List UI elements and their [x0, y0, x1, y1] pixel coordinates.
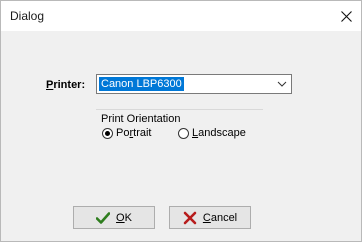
printer-select[interactable]: Canon LBP6300: [96, 74, 292, 94]
printer-label: Printer:: [46, 79, 86, 91]
close-icon: [340, 10, 352, 22]
dialog-window: Dialog Printer: Canon LBP6300 Print Orie…: [0, 0, 362, 242]
close-button[interactable]: [331, 1, 361, 31]
print-orientation-group: Print Orientation Portrait Landscape: [96, 109, 263, 149]
cancel-button[interactable]: Cancel: [169, 206, 251, 229]
title-bar[interactable]: Dialog: [1, 1, 361, 31]
landscape-radio-label: Landscape: [192, 127, 246, 139]
portrait-radio-indicator[interactable]: [102, 127, 113, 139]
landscape-radio[interactable]: Landscape: [178, 127, 246, 139]
cancel-button-label: Cancel: [202, 211, 238, 224]
landscape-radio-indicator[interactable]: [178, 127, 189, 139]
ok-button-label: OK: [116, 211, 132, 224]
portrait-radio[interactable]: Portrait: [102, 127, 151, 139]
window-title: Dialog: [10, 9, 45, 23]
portrait-radio-label: Portrait: [116, 127, 152, 139]
check-icon: [96, 211, 111, 224]
x-icon: [183, 211, 197, 224]
ok-button[interactable]: OK: [73, 206, 155, 229]
printer-select-value: Canon LBP6300: [99, 77, 184, 91]
chevron-down-icon[interactable]: [276, 79, 288, 89]
print-orientation-label: Print Orientation: [101, 113, 181, 125]
